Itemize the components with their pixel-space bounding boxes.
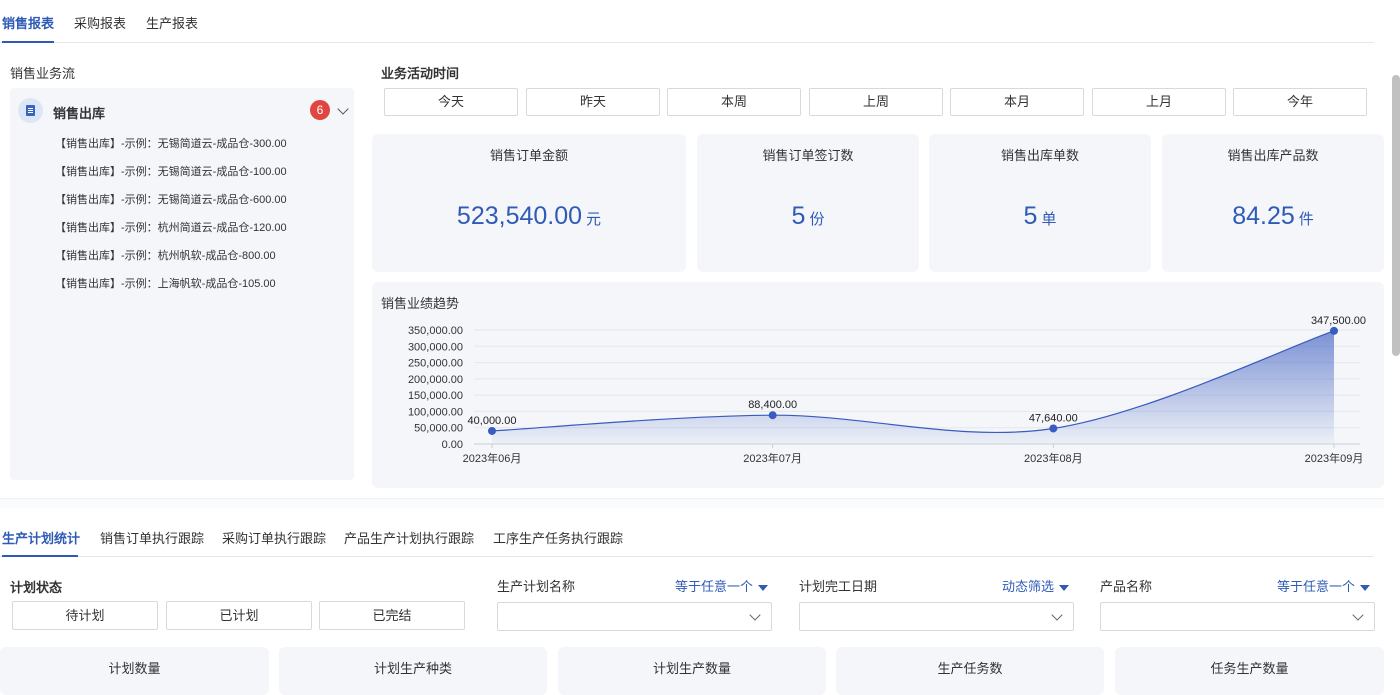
sales-flow-item[interactable]: 【销售出库】-示例：无锡简道云-成品仓-300.00 [55, 135, 287, 151]
time-last-month-button[interactable]: 上月 [1092, 88, 1226, 116]
kpi-unit: 单 [1041, 211, 1057, 228]
stat-card-plan-count: 计划数量 [0, 647, 269, 695]
caret-down-icon [1360, 584, 1371, 591]
sales-flow-item[interactable]: 【销售出库】-示例：无锡简道云-成品仓-100.00 [55, 163, 287, 179]
time-last-week-button[interactable]: 上周 [809, 88, 943, 116]
time-yesterday-button[interactable]: 昨天 [526, 88, 660, 116]
sales-flow-title: 销售业务流 [10, 66, 76, 81]
data-point[interactable] [488, 426, 496, 435]
report-tabs: 销售报表 采购报表 生产报表 [0, 0, 1374, 43]
tab-purchase-report[interactable]: 采购报表 [74, 13, 126, 32]
data-label: 47,640.00 [1029, 412, 1078, 424]
y-tick-label: 350,000.00 [408, 325, 463, 337]
stat-card-task-count: 生产任务数 [836, 647, 1104, 695]
document-icon [18, 98, 43, 123]
data-point[interactable] [1330, 326, 1338, 335]
data-label: 40,000.00 [468, 415, 517, 427]
x-tick-label: 2023年06月 [463, 451, 522, 465]
data-label: 347,500.00 [1311, 315, 1366, 327]
sales-flow-item[interactable]: 【销售出库】-示例：杭州帆软-成品仓-800.00 [55, 247, 276, 263]
data-point[interactable] [1049, 424, 1058, 433]
chevron-down-icon [1352, 609, 1364, 621]
filter-plan-name-mode[interactable]: 等于任意一个 [675, 576, 769, 595]
chevron-down-icon [1051, 609, 1063, 621]
filter-finish-date-select[interactable] [799, 602, 1074, 631]
stat-card-plan-types: 计划生产种类 [279, 647, 547, 695]
count-badge: 6 [310, 100, 330, 120]
sales-flow-group[interactable]: 销售出库 6 [18, 98, 349, 124]
sales-flow-item[interactable]: 【销售出库】-示例：杭州简道云-成品仓-120.00 [55, 219, 287, 235]
y-tick-label: 50,000.00 [414, 423, 463, 435]
tab-product-plan-tracking[interactable]: 产品生产计划执行跟踪 [344, 528, 474, 547]
filter-product-name-label: 产品名称 [1100, 579, 1153, 594]
caret-down-icon [758, 584, 769, 591]
tab-sales-order-tracking[interactable]: 销售订单执行跟踪 [100, 528, 204, 547]
y-tick-label: 250,000.00 [408, 358, 463, 370]
kpi-value: 84.25 件 [1232, 202, 1314, 230]
sales-flow-item[interactable]: 【销售出库】-示例：无锡简道云-成品仓-600.00 [55, 191, 287, 207]
tab-production-report[interactable]: 生产报表 [146, 13, 198, 32]
sales-trend-panel: 销售业绩趋势 0.00 50,000.00 100,000.00 150,000.00… [372, 282, 1384, 488]
active-tab-indicator [2, 555, 78, 557]
stat-card-plan-quantity: 计划生产数量 [558, 647, 826, 695]
status-completed-button[interactable]: 已完结 [319, 601, 465, 630]
y-tick-label: 0.00 [442, 439, 463, 451]
sales-flow-panel: 销售出库 6 【销售出库】-示例：无锡简道云-成品仓-300.00 【销售出库】… [10, 88, 354, 480]
kpi-unit: 份 [809, 211, 825, 228]
kpi-unit: 件 [1298, 211, 1314, 228]
active-tab-indicator [2, 41, 54, 43]
chevron-down-icon[interactable] [337, 103, 349, 115]
vertical-scrollbar[interactable] [1392, 75, 1400, 356]
sales-flow-group-label: 销售出库 [53, 106, 106, 121]
filter-finish-date-label: 计划完工日期 [799, 579, 878, 594]
kpi-title: 销售订单金额 [489, 148, 568, 163]
x-tick-label: 2023年08月 [1024, 451, 1083, 465]
y-tick-label: 300,000.00 [408, 341, 463, 353]
kpi-value: 5份 [791, 202, 825, 230]
sales-trend-chart: 0.00 50,000.00 100,000.00 150,000.00 200,000… [408, 315, 1366, 465]
kpi-value: 5单 [1023, 202, 1057, 230]
y-tick-label: 200,000.00 [408, 374, 463, 386]
kpi-title: 销售出库单数 [1000, 148, 1079, 163]
time-this-week-button[interactable]: 本周 [667, 88, 801, 116]
filter-product-name-mode[interactable]: 等于任意一个 [1277, 576, 1371, 595]
tracking-tabs: 生产计划统计 销售订单执行跟踪 采购订单执行跟踪 产品生产计划执行跟踪 工序生产… [0, 518, 1374, 557]
status-unplanned-button[interactable]: 待计划 [12, 601, 158, 630]
tab-purchase-order-tracking[interactable]: 采购订单执行跟踪 [222, 528, 326, 547]
tab-process-task-tracking[interactable]: 工序生产任务执行跟踪 [493, 528, 623, 547]
chevron-down-icon [749, 609, 761, 621]
kpi-title: 销售出库产品数 [1227, 148, 1319, 163]
tab-production-plan-stats[interactable]: 生产计划统计 [2, 528, 80, 547]
filter-product-name-select[interactable] [1100, 602, 1375, 631]
activity-time-title: 业务活动时间 [381, 66, 460, 81]
kpi-unit: 元 [586, 211, 602, 228]
caret-down-icon [1059, 584, 1070, 591]
data-point[interactable] [768, 411, 777, 420]
kpi-card-order-count: 销售订单签订数 5份 [697, 134, 919, 272]
time-today-button[interactable]: 今天 [384, 88, 518, 116]
x-tick-label: 2023年09月 [1305, 451, 1364, 465]
section-divider [0, 498, 1384, 508]
y-tick-label: 150,000.00 [408, 390, 463, 402]
filter-plan-name-label: 生产计划名称 [497, 579, 576, 594]
x-tick-label: 2023年07月 [743, 451, 802, 465]
y-tick-label: 100,000.00 [408, 406, 463, 418]
kpi-value: 523,540.00 元 [456, 202, 602, 230]
time-this-month-button[interactable]: 本月 [950, 88, 1084, 116]
plan-status-title: 计划状态 [10, 580, 63, 595]
data-label: 88,400.00 [748, 399, 797, 411]
sales-flow-item[interactable]: 【销售出库】-示例：上海帆软-成品仓-105.00 [55, 275, 276, 291]
status-planned-button[interactable]: 已计划 [166, 601, 312, 630]
filter-finish-date-mode[interactable]: 动态筛选 [1002, 576, 1070, 595]
filter-plan-name-select[interactable] [497, 602, 772, 631]
kpi-card-outbound-products: 销售出库产品数 84.25 件 [1162, 134, 1384, 272]
kpi-card-outbound-count: 销售出库单数 5单 [929, 134, 1151, 272]
stat-card-task-quantity: 任务生产数量 [1115, 647, 1384, 695]
time-this-year-button[interactable]: 今年 [1233, 88, 1367, 116]
kpi-card-order-amount: 销售订单金额 523,540.00 元 [372, 134, 686, 272]
tab-sales-report[interactable]: 销售报表 [2, 13, 54, 32]
kpi-title: 销售订单签订数 [762, 148, 854, 163]
